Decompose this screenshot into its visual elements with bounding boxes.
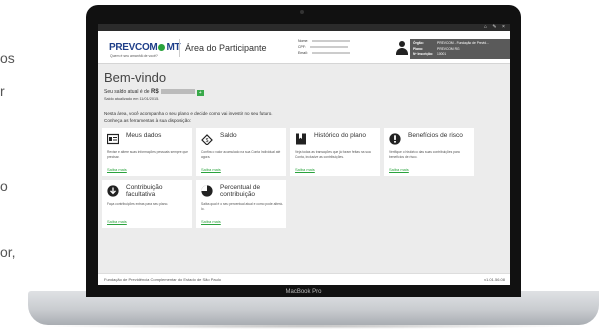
card-desc: Saiba qual é o seu percentual atual e co… xyxy=(201,202,283,211)
footer-text: Fundação de Previdência Complementar do … xyxy=(104,277,221,282)
card-desc: Confira o valor acumulado na sua Conta I… xyxy=(201,150,281,159)
saiba-mais-link[interactable]: Saiba mais xyxy=(201,219,221,224)
logout-icon[interactable]: × xyxy=(501,25,506,30)
card-beneficios[interactable]: Benefícios de risco Verifique o históric… xyxy=(384,128,474,176)
balance-label: Seu saldo atual é de xyxy=(104,89,150,95)
registration-label: Nº Inscrição: xyxy=(413,52,434,56)
user-cpf-value xyxy=(309,46,348,49)
balance-value-hidden xyxy=(160,89,195,94)
intro-text: Nesta área, você acompanha o seu plano e… xyxy=(104,110,484,124)
logo-tagline: Quem é seu amanhã de você? xyxy=(110,54,158,58)
bookmark-icon xyxy=(296,133,306,145)
user-cpf-label: CPF: xyxy=(298,45,306,49)
user-name-label: Nome: xyxy=(298,39,309,43)
balance-line: Seu saldo atual é de R$ + xyxy=(104,89,204,96)
page: { "side_text": ["os", "r", "o", "or,"], … xyxy=(0,0,599,336)
show-balance-button[interactable]: + xyxy=(196,90,204,96)
card-title: Saldo xyxy=(220,132,237,139)
balance-date: Saldo atualizado em 11/01/2015. xyxy=(104,97,160,101)
laptop-model: MacBook Pro xyxy=(285,289,322,295)
side-text-4: or, xyxy=(0,244,16,260)
side-text-1: os xyxy=(0,50,15,66)
avatar-icon[interactable] xyxy=(396,41,408,55)
svg-text:$: $ xyxy=(206,138,209,144)
org-value: PREVCOM - Fundação de Previd... xyxy=(437,41,489,45)
side-text-3: o xyxy=(0,178,8,194)
logo[interactable]: PREVCOM MT xyxy=(109,42,181,53)
id-card-icon xyxy=(107,133,119,145)
home-icon[interactable]: ⌂ xyxy=(483,25,488,30)
header-divider xyxy=(179,39,180,57)
balance-currency: R$ xyxy=(150,89,159,95)
card-title: Contribuição facultativa xyxy=(126,184,163,198)
card-desc: Faça contribuições extras para seu plano… xyxy=(107,202,169,206)
card-title: Histórico do plano xyxy=(314,132,367,139)
footer-version: v1.01.56.08 xyxy=(484,277,505,282)
top-toolbar: ⌂ ✎ × xyxy=(98,24,510,31)
saiba-mais-link[interactable]: Saiba mais xyxy=(295,167,315,172)
money-icon: $ xyxy=(201,134,213,145)
card-title: Meus dados xyxy=(126,132,162,139)
org-info-box: Órgão: PREVCOM - Fundação de Previd... Pl… xyxy=(410,39,510,59)
card-desc: Veja todas as transações que já foram fe… xyxy=(295,150,371,159)
camera-dot xyxy=(300,10,304,14)
saiba-mais-link[interactable]: Saiba mais xyxy=(107,219,127,224)
logo-mark-icon xyxy=(158,44,166,51)
alert-icon xyxy=(389,133,401,145)
area-title: Área do Participante xyxy=(185,43,267,53)
saiba-mais-link[interactable]: Saiba mais xyxy=(389,167,409,172)
intro-line-1: Nesta área, você acompanha o seu plano e… xyxy=(104,111,273,116)
saiba-mais-link[interactable]: Saiba mais xyxy=(201,167,221,172)
user-email-label: Email: xyxy=(298,51,308,55)
card-title: Benefícios de risco xyxy=(408,132,463,139)
download-icon xyxy=(107,185,119,197)
page-title: Bem-vindo xyxy=(104,70,167,85)
card-desc: Verifique o histórico das suas contribui… xyxy=(389,150,460,159)
plan-value: PREVCOM RG xyxy=(437,46,460,51)
user-email-value xyxy=(311,52,350,55)
card-meus-dados[interactable]: Meus dados Revise e altere suas informaç… xyxy=(102,128,192,176)
side-text-2: r xyxy=(0,83,5,99)
app-header: PREVCOM MT Quem é seu amanhã de você? Áre… xyxy=(98,31,510,64)
user-name-value xyxy=(312,40,351,43)
card-title: Percentual de contribuição xyxy=(220,184,261,198)
pie-icon xyxy=(201,185,213,197)
app-screen: ⌂ ✎ × PREVCOM MT Quem é seu amanhã de voc… xyxy=(98,24,510,285)
card-saldo[interactable]: $ Saldo Confira o valor acumulado na sua… xyxy=(196,128,286,176)
intro-line-2: Conheça as ferramentas à sua disposição: xyxy=(104,118,192,123)
card-contribuicao-facultativa[interactable]: Contribuição facultativa Faça contribuiç… xyxy=(102,180,192,228)
card-historico[interactable]: Histórico do plano Veja todas as transaç… xyxy=(290,128,380,176)
wrench-icon[interactable]: ✎ xyxy=(492,25,497,30)
user-fields: Nome: CPF: Email: xyxy=(298,38,351,56)
main-content: Bem-vindo Seu saldo atual é de R$ + Saldo… xyxy=(98,64,510,264)
app-footer: Fundação de Previdência Complementar do … xyxy=(98,273,510,285)
registration-value: 10001 xyxy=(437,52,447,56)
saiba-mais-link[interactable]: Saiba mais xyxy=(107,167,127,172)
card-desc: Revise e altere suas informações pessoai… xyxy=(107,150,188,159)
card-percentual[interactable]: Percentual de contribuição Saiba qual é … xyxy=(196,180,286,228)
